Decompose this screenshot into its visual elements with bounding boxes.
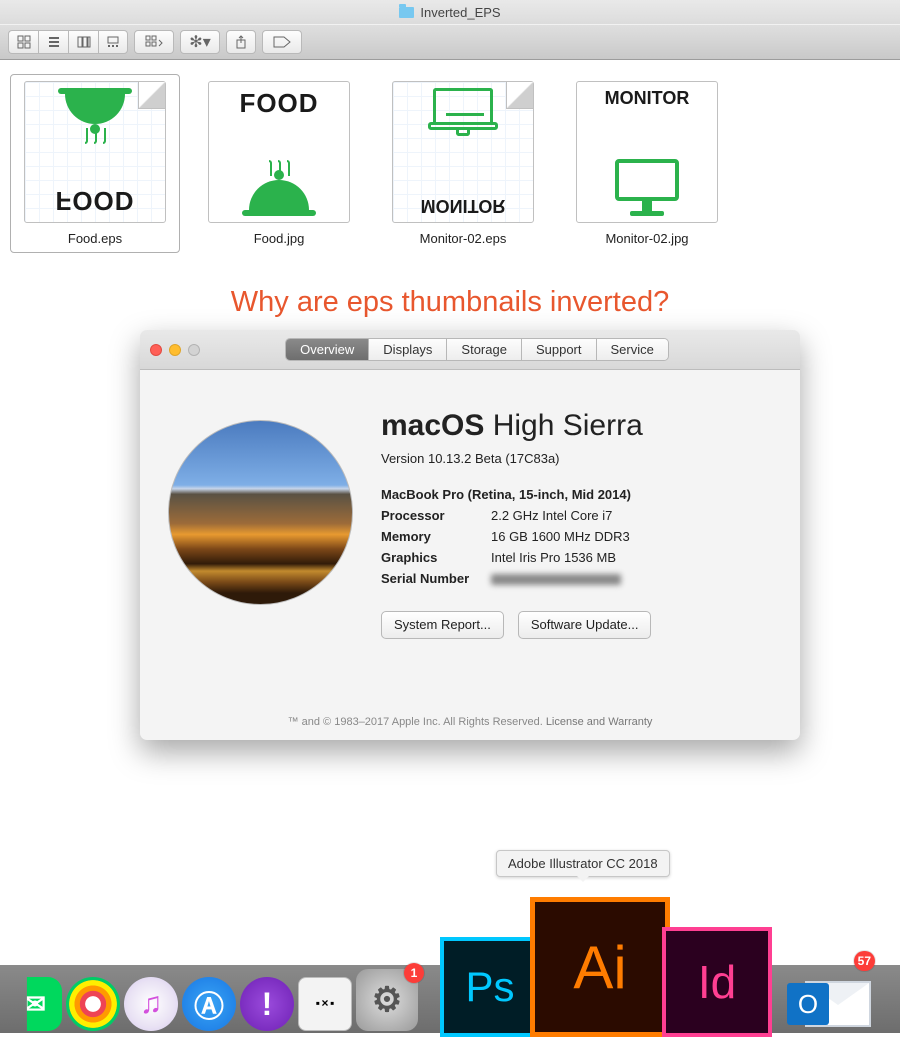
serial-line: Serial Number	[381, 570, 772, 589]
arrange-button[interactable]	[134, 30, 174, 54]
folder-icon	[399, 7, 414, 18]
dock-itunes[interactable]: ♫	[124, 977, 178, 1031]
file-thumbnail: MONITOR	[392, 81, 534, 223]
annotation-question: Why are eps thumbnails inverted?	[0, 286, 900, 319]
share-icon	[234, 35, 248, 49]
dock-appstore[interactable]: Ⓐ	[182, 977, 236, 1031]
dock-pixel-app[interactable]: ▪×▪	[298, 977, 352, 1031]
file-thumbnail: MONITOR	[576, 81, 718, 223]
file-thumbnail: FOOD	[24, 81, 166, 223]
file-name: Food.eps	[17, 231, 173, 246]
action-button[interactable]: ✻▾	[180, 30, 220, 54]
software-update-button[interactable]: Software Update...	[518, 611, 652, 640]
file-name: Monitor-02.jpg	[569, 231, 725, 246]
tag-icon	[272, 36, 292, 48]
finder-toolbar: ✻▾	[0, 24, 900, 60]
os-name: macOS High Sierra	[381, 404, 772, 448]
memory-line: Memory16 GB 1600 MHz DDR3	[381, 528, 772, 547]
file-item[interactable]: MONITOR Monitor-02.eps	[378, 74, 548, 253]
file-thumbnail: FOOD	[208, 81, 350, 223]
update-badge: 1	[404, 963, 424, 983]
file-name: Food.jpg	[201, 231, 357, 246]
outlook-badge: 57	[854, 951, 875, 971]
tags-button[interactable]	[262, 30, 302, 54]
about-titlebar[interactable]: OverviewDisplaysStorageSupportService	[140, 330, 800, 370]
dock-system-preferences[interactable]: ⚙ 1	[356, 969, 418, 1031]
finder-titlebar[interactable]: Inverted_EPS	[0, 0, 900, 24]
dock-messages[interactable]: ✉	[8, 977, 62, 1031]
about-tab-support[interactable]: Support	[522, 339, 597, 360]
system-report-button[interactable]: System Report...	[381, 611, 504, 640]
dock-photoshop[interactable]: Ps	[440, 937, 540, 1037]
outlook-icon: O	[787, 983, 829, 1025]
gear-icon: ✻▾	[189, 32, 210, 52]
file-grid: FOOD Food.eps FOOD Food.jpg MONITOR Monitor-0…	[0, 60, 742, 267]
about-tabs: OverviewDisplaysStorageSupportService	[285, 338, 669, 361]
finder-window: Inverted_EPS ✻▾ FOOD	[0, 0, 900, 275]
macos-wallpaper-icon	[168, 420, 353, 605]
view-mode-segment	[8, 30, 128, 54]
about-this-mac-window: OverviewDisplaysStorageSupportService ma…	[140, 330, 800, 740]
dock-purple-app[interactable]: !	[240, 977, 294, 1031]
dock-illustrator[interactable]: Ai	[530, 897, 670, 1037]
about-tab-service[interactable]: Service	[597, 339, 668, 360]
about-tab-displays[interactable]: Displays	[369, 339, 447, 360]
dock-tooltip: Adobe Illustrator CC 2018	[496, 850, 670, 877]
os-version: Version 10.13.2 Beta (17C83a)	[381, 450, 772, 469]
file-item[interactable]: FOOD Food.eps	[10, 74, 180, 253]
about-footer: ™ and © 1983–2017 Apple Inc. All Rights …	[140, 716, 800, 728]
dock-outlook[interactable]: O 57	[785, 955, 871, 1031]
about-info: macOS High Sierra Version 10.13.2 Beta (…	[381, 404, 772, 639]
license-link[interactable]: License and Warranty	[546, 716, 653, 728]
finder-title: Inverted_EPS	[420, 5, 500, 20]
view-list-button[interactable]	[38, 30, 68, 54]
graphics-line: GraphicsIntel Iris Pro 1536 MB	[381, 549, 772, 568]
file-name: Monitor-02.eps	[385, 231, 541, 246]
view-gallery-button[interactable]	[98, 30, 128, 54]
zoom-button-disabled	[188, 344, 200, 356]
gear-icon: ⚙	[372, 980, 402, 1020]
share-button[interactable]	[226, 30, 256, 54]
dock: ✉ ♫ Ⓐ ! ▪×▪ ⚙ 1 Ps Ai Id O 57	[0, 945, 900, 1033]
file-item[interactable]: FOOD Food.jpg	[194, 74, 364, 253]
model-line: MacBook Pro (Retina, 15-inch, Mid 2014)	[381, 486, 772, 505]
file-item[interactable]: MONITOR Monitor-02.jpg	[562, 74, 732, 253]
about-tab-storage[interactable]: Storage	[447, 339, 522, 360]
dock-indesign[interactable]: Id	[662, 927, 772, 1037]
processor-line: Processor2.2 GHz Intel Core i7	[381, 507, 772, 526]
serial-blurred	[491, 574, 621, 585]
dock-photos[interactable]	[66, 977, 120, 1031]
dock-items: ✉ ♫ Ⓐ ! ▪×▪ ⚙ 1	[8, 969, 418, 1031]
view-icons-button[interactable]	[8, 30, 38, 54]
close-button[interactable]	[150, 344, 162, 356]
view-columns-button[interactable]	[68, 30, 98, 54]
about-tab-overview[interactable]: Overview	[286, 339, 369, 360]
minimize-button[interactable]	[169, 344, 181, 356]
window-controls	[150, 344, 200, 356]
